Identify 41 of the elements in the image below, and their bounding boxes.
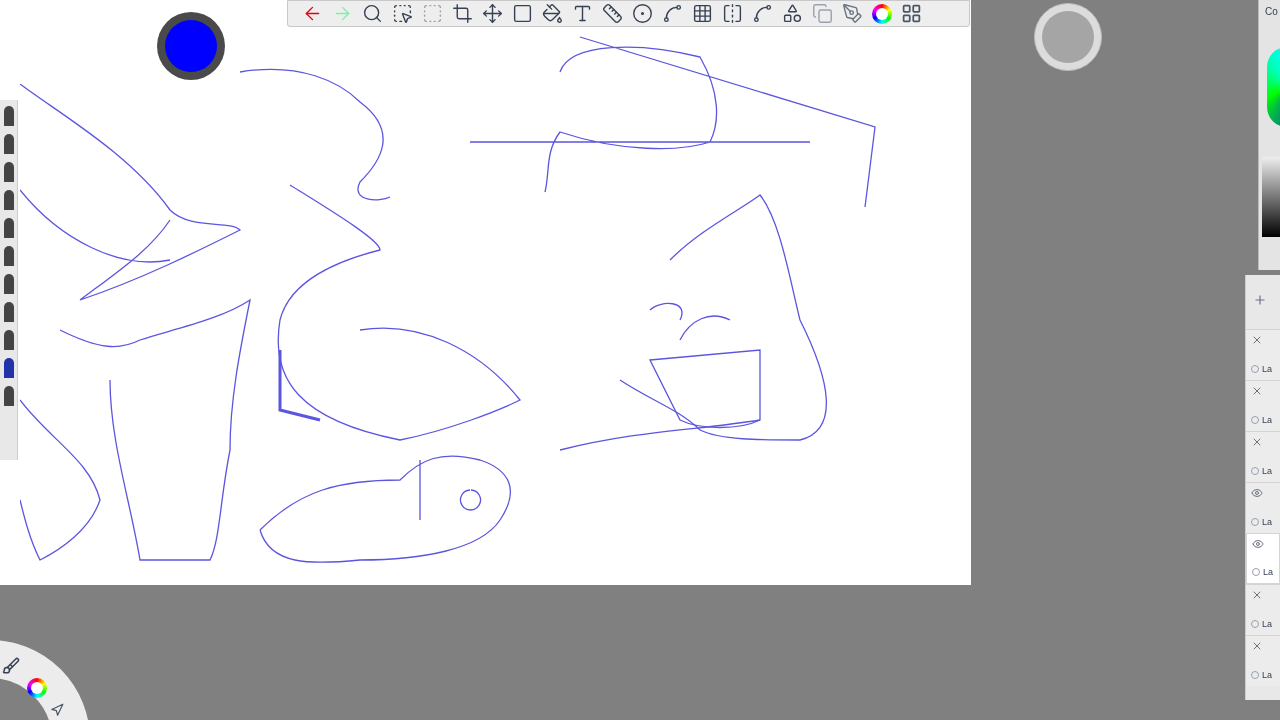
- crop-icon[interactable]: [452, 3, 473, 24]
- shapes-icon[interactable]: [782, 3, 803, 24]
- stroke-icon[interactable]: [752, 3, 773, 24]
- layer-row[interactable]: La: [1246, 380, 1280, 431]
- eye-icon[interactable]: [1252, 538, 1264, 550]
- hidden-icon[interactable]: [1251, 436, 1263, 448]
- layer-label: La: [1262, 413, 1272, 427]
- grid-icon[interactable]: [692, 3, 713, 24]
- ruler-icon[interactable]: [602, 3, 623, 24]
- grid-layout-icon[interactable]: [901, 3, 922, 24]
- hidden-icon[interactable]: [1251, 640, 1263, 652]
- layer-label: La: [1262, 464, 1272, 478]
- curve-icon[interactable]: [662, 3, 683, 24]
- layer-row[interactable]: La: [1246, 533, 1280, 584]
- pointer-icon[interactable]: [50, 703, 64, 717]
- layer-row[interactable]: La: [1246, 431, 1280, 482]
- layer-row[interactable]: La: [1246, 584, 1280, 635]
- layer-label: La: [1262, 668, 1272, 682]
- layer-label: La: [1263, 565, 1273, 579]
- pen-icon[interactable]: [842, 3, 863, 24]
- move-icon[interactable]: [482, 3, 503, 24]
- layer-row[interactable]: La: [1246, 329, 1280, 380]
- search-icon[interactable]: [362, 3, 383, 24]
- layer-row[interactable]: La: [1246, 635, 1280, 686]
- layer-label: La: [1262, 362, 1272, 376]
- panel-title: Co: [1264, 5, 1279, 19]
- selection-icon[interactable]: [392, 3, 413, 24]
- symmetry-icon[interactable]: [722, 3, 743, 24]
- square-icon[interactable]: [512, 3, 533, 24]
- layer-label: La: [1262, 515, 1272, 529]
- layer-row[interactable]: La: [1246, 482, 1280, 533]
- layer-label: La: [1262, 617, 1272, 631]
- text-tool-icon[interactable]: [572, 3, 593, 24]
- grayscale-strip[interactable]: [1262, 157, 1280, 237]
- bucket-icon[interactable]: [542, 3, 563, 24]
- hidden-icon[interactable]: [1251, 589, 1263, 601]
- color-wheel-icon[interactable]: [872, 3, 892, 24]
- hidden-icon[interactable]: [1251, 385, 1263, 397]
- eye-icon[interactable]: [1251, 487, 1263, 499]
- ellipse-icon[interactable]: [632, 3, 653, 24]
- hidden-icon[interactable]: [1251, 334, 1263, 346]
